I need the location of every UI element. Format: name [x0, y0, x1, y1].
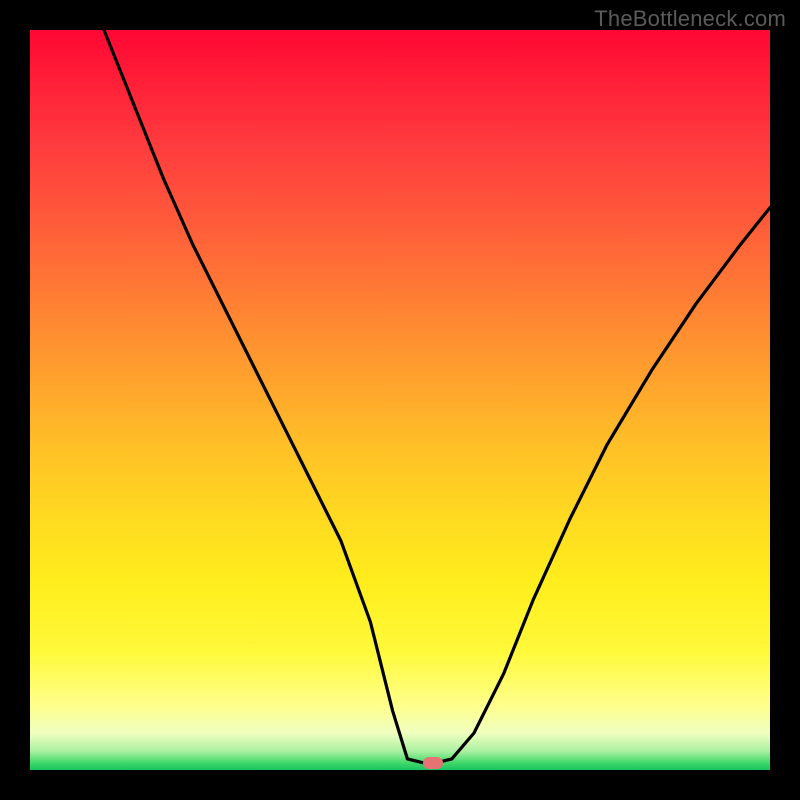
chart-frame: TheBottleneck.com — [0, 0, 800, 800]
plot-area — [30, 30, 770, 770]
watermark-text: TheBottleneck.com — [594, 6, 786, 32]
bottleneck-marker — [423, 757, 443, 769]
bottleneck-curve — [30, 30, 770, 770]
